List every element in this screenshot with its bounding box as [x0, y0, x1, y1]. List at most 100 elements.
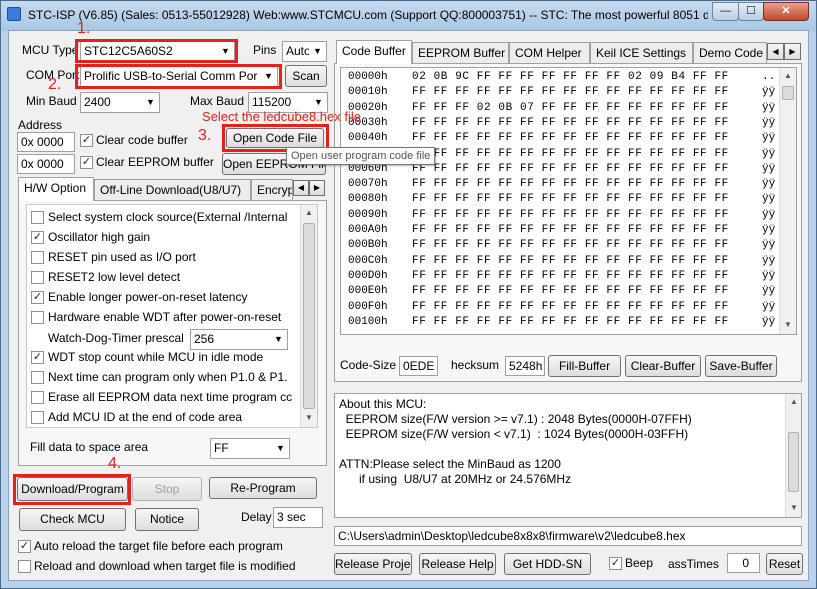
- fill-data-value: FF: [214, 441, 229, 455]
- fill-buffer-button[interactable]: Fill-Buffer: [548, 355, 621, 377]
- right-tab-scroll-left[interactable]: ◀: [767, 43, 784, 60]
- hex-ascii: ÿÿ: [762, 254, 776, 267]
- delay-value: 3 sec: [277, 510, 306, 524]
- wdt-prescale-label: Watch-Dog-Timer prescal: [48, 331, 184, 345]
- option-label: WDT stop count while MCU in idle mode: [48, 350, 264, 364]
- code-size-value: 0EDE: [399, 356, 438, 376]
- option-label: Add MCU ID at the end of code area: [48, 410, 243, 424]
- maximize-button[interactable]: ☐: [738, 2, 764, 21]
- option-checkbox[interactable]: ✓: [31, 291, 44, 304]
- hex-bytes: FF FF FF FF FF FF FF FF FF FF FF FF FF F…: [412, 208, 729, 221]
- tab-scroll-left-button[interactable]: ◀: [293, 180, 309, 196]
- hex-address: 00010h: [348, 86, 388, 99]
- scroll-up-icon[interactable]: ▲: [786, 394, 802, 410]
- reprogram-button[interactable]: Re-Program: [209, 477, 317, 499]
- delay-select[interactable]: 3 sec: [273, 507, 323, 528]
- scroll-up-icon[interactable]: ▲: [301, 205, 317, 221]
- tab-keil-ice[interactable]: Keil ICE Settings: [590, 42, 693, 64]
- option-checkbox[interactable]: [31, 251, 44, 264]
- scan-button[interactable]: Scan: [285, 65, 327, 87]
- stop-button[interactable]: Stop: [132, 477, 202, 501]
- tab-com-helper[interactable]: COM Helper: [509, 42, 590, 64]
- check-mcu-button[interactable]: Check MCU: [19, 508, 126, 531]
- scrollbar-thumb[interactable]: [303, 223, 315, 409]
- hex-row: 000D0h FF FF FF FF FF FF FF FF FF FF FF F…: [348, 269, 775, 284]
- hex-bytes: FF FF FF FF FF FF FF FF FF FF FF FF FF F…: [412, 162, 729, 175]
- clear-buffer-button[interactable]: Clear-Buffer: [625, 355, 701, 377]
- beep-checkbox[interactable]: ✓: [609, 557, 622, 570]
- wdt-prescale-select[interactable]: 256 ▼: [190, 329, 288, 350]
- info-line: About this MCU:: [339, 397, 427, 411]
- hex-bytes: FF FF FF FF FF FF FF FF FF FF FF FF FF F…: [412, 116, 729, 129]
- hex-address: 00000h: [348, 71, 388, 83]
- tab-encrypt[interactable]: Encryp: [251, 179, 293, 201]
- annotation-number-3: 3.: [198, 127, 212, 144]
- pins-select[interactable]: Auto ▼: [282, 41, 327, 62]
- notice-button[interactable]: Notice: [135, 508, 199, 531]
- tab-eeprom-buffer[interactable]: EEPROM Buffer: [412, 42, 509, 64]
- chevron-down-icon: ▼: [309, 42, 326, 61]
- option-label: Oscillator high gain: [48, 230, 151, 244]
- hex-ascii: ÿÿ: [762, 178, 776, 191]
- fill-data-label: Fill data to space area: [30, 440, 149, 454]
- reset-button[interactable]: Reset: [766, 553, 803, 575]
- tab-offline-download[interactable]: Off-Line Download(U8/U7): [94, 179, 251, 201]
- scroll-down-icon[interactable]: ▼: [780, 317, 796, 333]
- release-project-button[interactable]: Release Project: [334, 553, 412, 575]
- release-help-button[interactable]: Release Help: [419, 553, 496, 575]
- hex-row: 00070h FF FF FF FF FF FF FF FF FF FF FF F…: [348, 177, 775, 192]
- clear-eeprom-checkbox[interactable]: ✓: [80, 156, 93, 169]
- info-scrollbar[interactable]: ▲ ▼: [785, 394, 801, 517]
- option-checkbox[interactable]: ✓: [31, 231, 44, 244]
- tab-code-buffer[interactable]: Code Buffer: [336, 40, 412, 64]
- tab-scroll-right-button[interactable]: ▶: [309, 180, 325, 196]
- scroll-down-icon[interactable]: ▼: [786, 500, 802, 516]
- option-checkbox[interactable]: [31, 211, 44, 224]
- tab-demo-code[interactable]: Demo Code: [693, 42, 767, 64]
- hex-scrollbar[interactable]: ▲ ▼: [779, 68, 796, 334]
- options-scrollbar[interactable]: ▲ ▼: [300, 205, 317, 427]
- reload-modified-checkbox[interactable]: [18, 560, 31, 573]
- eeprom-address-input[interactable]: 0x 0000: [17, 154, 75, 174]
- hex-address: 000C0h: [348, 254, 388, 267]
- option-checkbox[interactable]: [31, 391, 44, 404]
- clear-code-checkbox[interactable]: ✓: [80, 134, 93, 147]
- hex-row: 00090h FF FF FF FF FF FF FF FF FF FF FF F…: [348, 208, 775, 223]
- option-label: RESET2 low level detect: [48, 270, 181, 284]
- option-checkbox[interactable]: [31, 271, 44, 284]
- pass-times-value: 0: [727, 553, 760, 573]
- hex-row: 00000h 02 0B 9C FF FF FF FF FF FF FF 02 0…: [348, 70, 775, 85]
- close-button[interactable]: ✕: [763, 2, 809, 21]
- auto-reload-checkbox[interactable]: ✓: [18, 540, 31, 553]
- scroll-down-icon[interactable]: ▼: [301, 410, 317, 426]
- chevron-down-icon: ▼: [270, 330, 287, 349]
- right-tab-scroll-right[interactable]: ▶: [784, 43, 801, 60]
- pins-label: Pins: [253, 43, 277, 57]
- file-path-field[interactable]: C:\Users\admin\Desktop\ledcube8x8x8\firm…: [334, 526, 802, 546]
- option-label: Select system clock source(External /Int…: [48, 210, 288, 224]
- info-line: EEPROM size(F/W version < v7.1) : 1024 B…: [339, 427, 689, 441]
- option-checkbox[interactable]: ✓: [31, 351, 44, 364]
- code-address-input[interactable]: 0x 0000: [17, 132, 75, 152]
- scrollbar-thumb[interactable]: [788, 432, 799, 492]
- min-baud-select[interactable]: 2400 ▼: [80, 92, 160, 113]
- option-label: Next time can program only when P1.0 & P…: [48, 370, 288, 384]
- hex-address: 00090h: [348, 208, 388, 221]
- option-checkbox[interactable]: [31, 371, 44, 384]
- checksum-label: hecksum: [451, 358, 500, 372]
- minimize-button[interactable]: —: [712, 2, 739, 21]
- option-checkbox[interactable]: [31, 311, 44, 324]
- hex-ascii: ..: [762, 71, 776, 83]
- hex-address: 00100h: [348, 315, 388, 328]
- fill-data-select[interactable]: FF ▼: [210, 438, 290, 459]
- scroll-up-icon[interactable]: ▲: [780, 68, 796, 84]
- annotation-box-com: [75, 64, 282, 89]
- option-checkbox[interactable]: [31, 411, 44, 424]
- hex-bytes: FF FF FF FF FF FF FF FF FF FF FF FF FF F…: [412, 269, 729, 282]
- save-buffer-button[interactable]: Save-Buffer: [705, 355, 777, 377]
- scrollbar-thumb[interactable]: [782, 86, 794, 100]
- window-title: STC-ISP (V6.85) (Sales: 0513-55012928) W…: [28, 8, 708, 22]
- get-hdd-sn-button[interactable]: Get HDD-SN: [504, 553, 591, 575]
- info-line: ATTN:Please select the MinBaud as 1200: [339, 457, 561, 471]
- tab-hw-option[interactable]: H/W Option: [18, 177, 94, 201]
